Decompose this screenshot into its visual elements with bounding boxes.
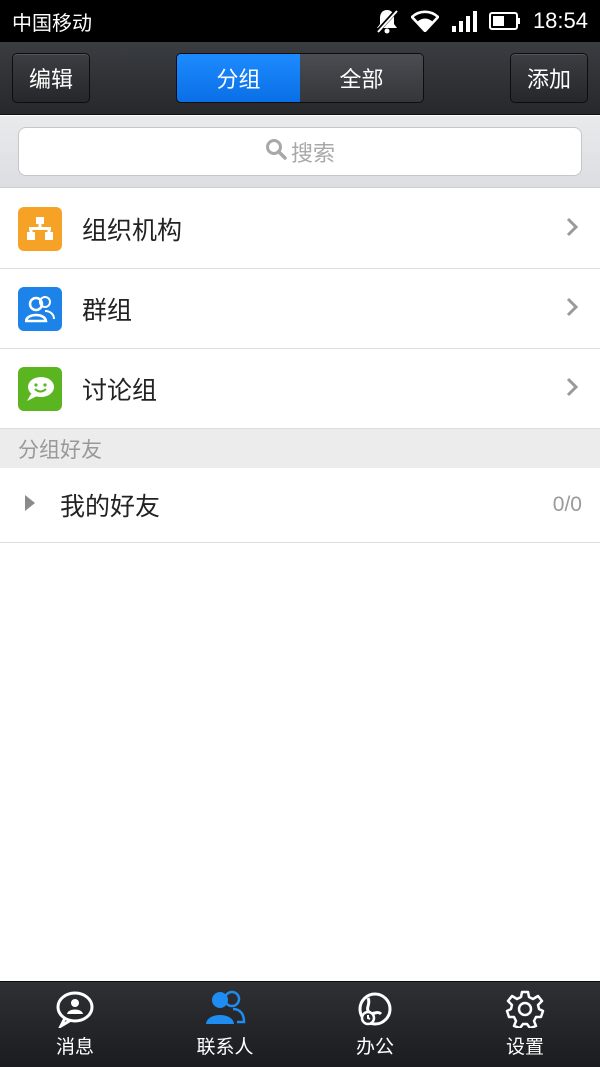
search-placeholder: 搜索	[290, 141, 335, 167]
list-item-groups[interactable]: 群组	[0, 269, 600, 349]
nav-label: 消息	[55, 1036, 94, 1058]
nav-messages[interactable]: 消息	[0, 982, 150, 1067]
nav-label: 办公	[355, 1036, 394, 1058]
list-item-label: 讨论组	[82, 375, 158, 405]
org-chart-icon	[18, 206, 62, 251]
list-item-label: 组织机构	[82, 215, 183, 245]
friends-group-count: 0/0	[552, 493, 582, 516]
edit-button[interactable]: 编辑	[12, 53, 90, 103]
chevron-right-icon	[566, 377, 579, 401]
tab-groups[interactable]: 分组	[177, 54, 300, 102]
friends-group-row[interactable]: 我的好友 0/0	[0, 468, 600, 543]
title-bar: 编辑 分组 全部 添加	[0, 42, 600, 115]
list-item-organization[interactable]: 组织机构	[0, 189, 600, 269]
tab-all[interactable]: 全部	[300, 54, 423, 102]
status-bar: 中国移动 18:54	[0, 0, 600, 42]
signal-icon	[451, 10, 477, 32]
segmented-tabs: 分组 全部	[176, 53, 424, 103]
battery-icon	[488, 11, 521, 31]
search-input[interactable]: 搜索	[18, 127, 582, 176]
nav-office[interactable]: 办公	[300, 982, 450, 1067]
nav-label: 联系人	[196, 1036, 254, 1058]
office-icon	[355, 990, 395, 1032]
notification-muted-icon	[375, 8, 399, 34]
contacts-icon	[204, 990, 246, 1032]
chat-bubble-icon	[18, 366, 62, 411]
bottom-nav: 消息 联系人 办公 设置	[0, 981, 600, 1067]
status-time: 18:54	[532, 8, 588, 33]
chevron-right-icon	[566, 217, 579, 241]
carrier-name: 中国移动	[12, 10, 92, 35]
group-icon	[18, 286, 62, 331]
add-button[interactable]: 添加	[510, 53, 588, 103]
status-icons: 18:54	[375, 8, 588, 34]
search-area: 搜索	[0, 116, 600, 188]
nav-settings[interactable]: 设置	[450, 982, 600, 1067]
list-item-discussion[interactable]: 讨论组	[0, 349, 600, 429]
caret-right-icon	[24, 494, 36, 516]
settings-icon	[505, 990, 545, 1032]
nav-label: 设置	[505, 1036, 544, 1058]
chevron-right-icon	[566, 297, 579, 321]
search-icon	[265, 138, 291, 166]
friends-group-label: 我的好友	[60, 492, 161, 521]
wifi-icon	[410, 10, 439, 32]
section-header: 分组好友	[0, 429, 600, 468]
list-item-label: 群组	[82, 295, 133, 325]
message-icon	[55, 990, 95, 1032]
nav-contacts[interactable]: 联系人	[150, 982, 300, 1067]
